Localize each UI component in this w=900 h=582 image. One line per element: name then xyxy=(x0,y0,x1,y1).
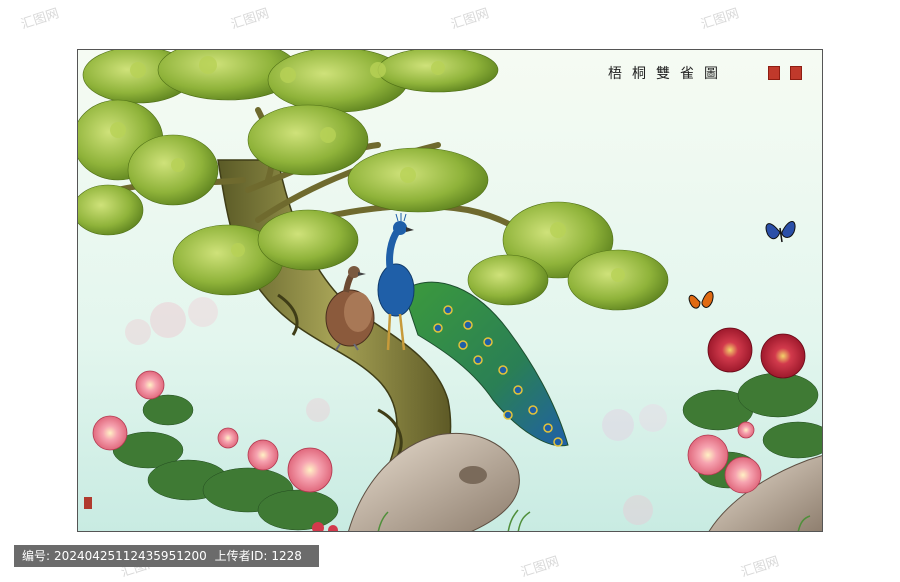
watermark-text: 汇图网 xyxy=(519,554,561,581)
painting-frame: 梧桐雙雀圖 xyxy=(77,49,823,532)
seal-stamp xyxy=(790,66,802,80)
watermark-text: 汇图网 xyxy=(699,6,741,33)
id-value: 20240425112435951200 xyxy=(54,549,207,563)
seal-stamp xyxy=(768,66,780,80)
id-label: 编号: xyxy=(22,549,51,563)
watermark-text: 汇图网 xyxy=(739,554,781,581)
uploader-value: 1228 xyxy=(271,549,302,563)
watermark-text: 汇图网 xyxy=(229,6,271,33)
seal-stamp xyxy=(84,497,92,509)
uploader-label: 上传者ID: xyxy=(214,549,268,563)
watermark-text: 汇图网 xyxy=(449,6,491,33)
image-info-bar: 编号: 20240425112435951200 上传者ID: 1228 xyxy=(14,545,319,567)
painting-title: 梧桐雙雀圖 xyxy=(608,66,728,82)
painting-artwork xyxy=(78,50,822,531)
watermark-text: 汇图网 xyxy=(19,6,61,33)
